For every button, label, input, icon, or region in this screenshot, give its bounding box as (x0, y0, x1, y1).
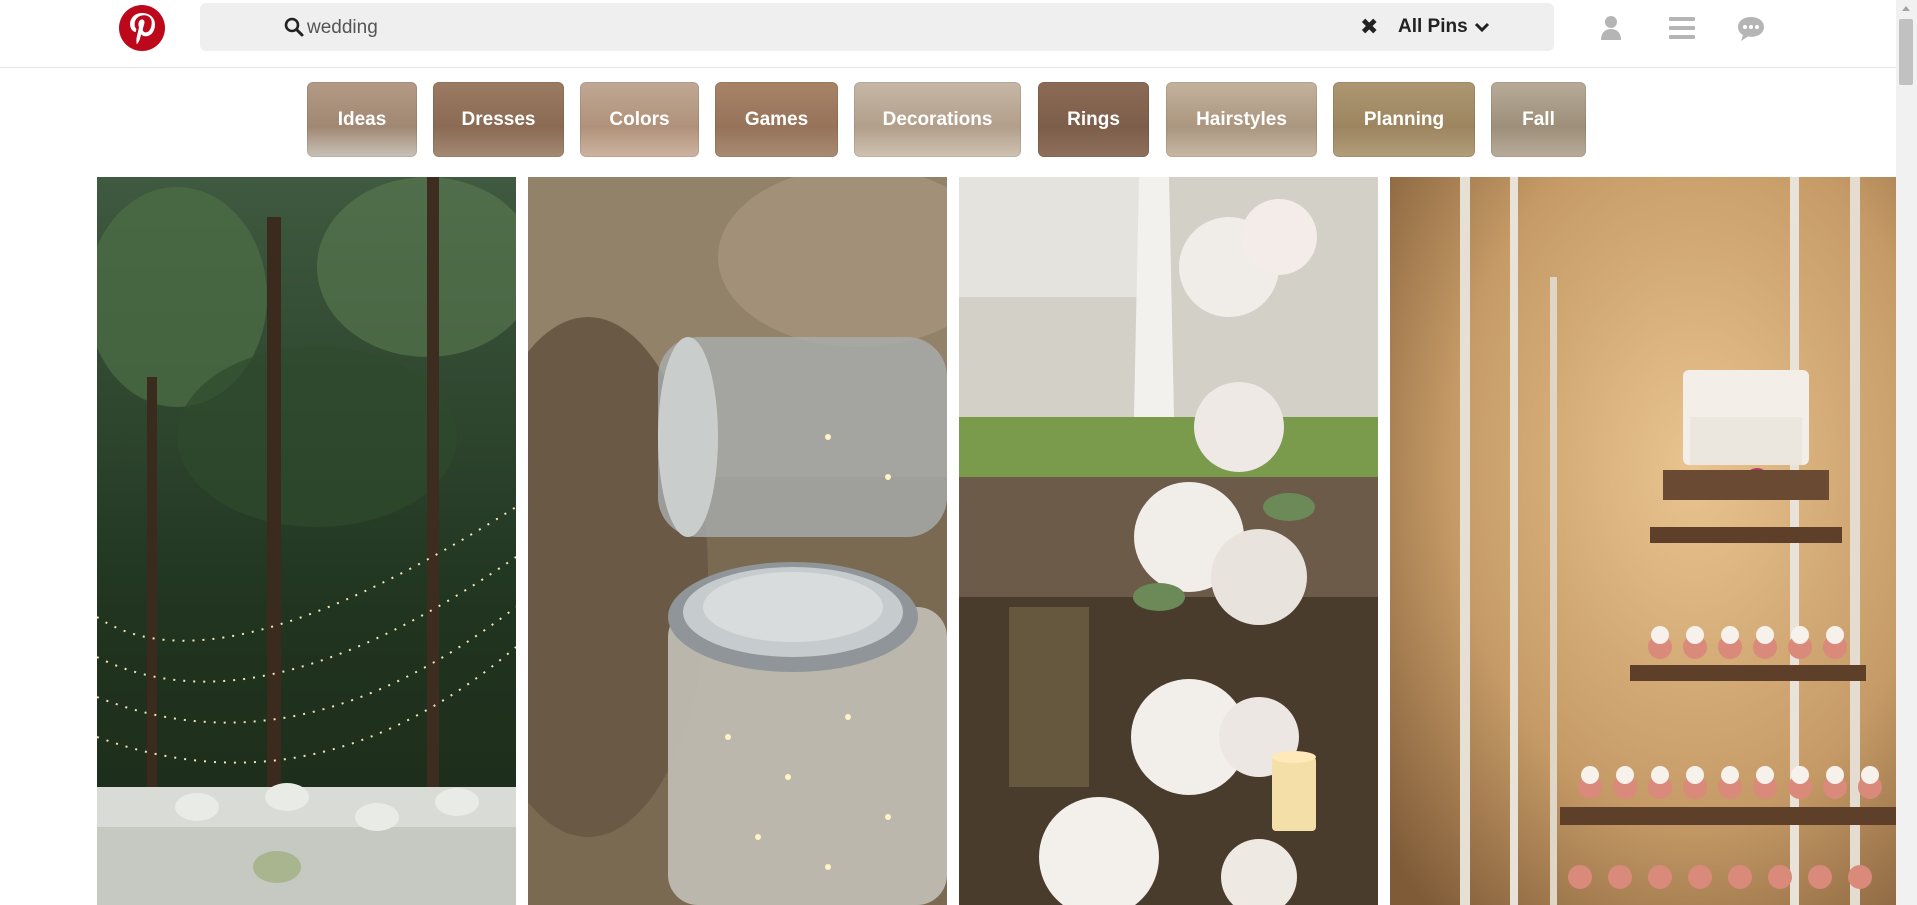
category-fall[interactable]: Fall (1491, 82, 1586, 157)
category-label: Dresses (461, 108, 536, 130)
category-label: Fall (1522, 108, 1555, 130)
category-label: Ideas (337, 108, 387, 130)
scrollbar-thumb[interactable] (1899, 19, 1913, 85)
pin-card[interactable] (959, 177, 1378, 905)
pin-image (1390, 177, 1896, 905)
user-icon[interactable] (1600, 14, 1622, 42)
chat-icon[interactable] (1737, 16, 1765, 42)
category-label: Colors (609, 108, 670, 130)
pin-image (97, 177, 516, 905)
page-scrollbar[interactable] (1896, 0, 1917, 905)
pin-card[interactable] (528, 177, 947, 905)
clear-search-icon[interactable]: ✖ (1360, 13, 1378, 41)
pinterest-logo-icon[interactable] (119, 5, 165, 51)
search-scope-label: All Pins (1398, 16, 1468, 37)
category-games[interactable]: Games (715, 82, 838, 157)
category-dresses[interactable]: Dresses (433, 82, 564, 157)
category-label: Hairstyles (1196, 108, 1287, 130)
search-icon (284, 17, 304, 37)
category-label: Games (744, 108, 809, 130)
category-label: Decorations (882, 108, 993, 130)
pin-card[interactable] (1390, 177, 1896, 905)
search-input[interactable] (305, 11, 1209, 45)
search-scope-dropdown[interactable]: All Pins (1398, 16, 1490, 38)
pin-image (959, 177, 1378, 905)
top-header: ✖ All Pins (0, 0, 1896, 68)
category-rings[interactable]: Rings (1038, 82, 1149, 157)
category-decorations[interactable]: Decorations (854, 82, 1021, 157)
category-planning[interactable]: Planning (1333, 82, 1475, 157)
chevron-down-icon (1474, 22, 1489, 33)
pin-card[interactable] (97, 177, 516, 905)
category-colors[interactable]: Colors (580, 82, 699, 157)
category-label: Planning (1363, 108, 1445, 130)
pin-image (528, 177, 947, 905)
menu-icon[interactable] (1669, 17, 1695, 39)
search-bar: ✖ All Pins (200, 3, 1554, 51)
scroll-up-icon[interactable] (1902, 6, 1910, 11)
category-label: Rings (1067, 108, 1120, 130)
category-hairstyles[interactable]: Hairstyles (1166, 82, 1317, 157)
category-ideas[interactable]: Ideas (307, 82, 417, 157)
